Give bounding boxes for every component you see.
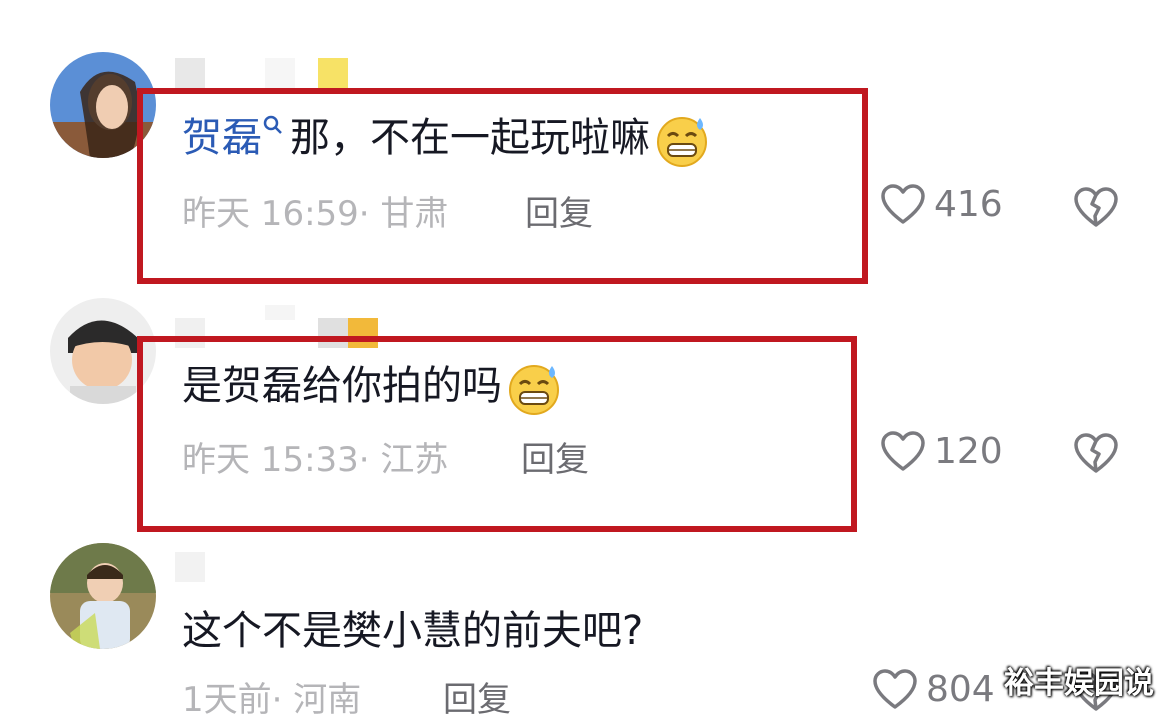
username-blur: [175, 552, 205, 582]
like-count: 804: [926, 668, 995, 710]
heart-icon: [881, 184, 925, 224]
highlight-box: [137, 88, 868, 284]
timestamp: 1天前: [182, 680, 272, 720]
comment-body: 这个不是樊小慧的前夫吧?: [182, 608, 644, 654]
heart-icon: [873, 669, 917, 709]
like-count: 120: [934, 430, 1003, 472]
child-outdoor-avatar-icon: [50, 543, 156, 649]
heart-icon: [881, 431, 925, 471]
like-button[interactable]: 120: [880, 430, 1003, 472]
watermark: 裕丰娱园说: [1004, 666, 1154, 701]
comment-text: 这个不是樊小慧的前夫吧?: [182, 606, 643, 656]
highlight-box: [137, 336, 857, 532]
badge-blur: [318, 58, 348, 88]
reply-button[interactable]: 回复: [443, 672, 511, 721]
avatar[interactable]: [50, 543, 156, 649]
comment-meta: 1天前· 河南: [182, 672, 361, 721]
like-count: 416: [934, 183, 1003, 225]
broken-heart-icon[interactable]: [1073, 432, 1119, 474]
like-button[interactable]: 804: [872, 668, 995, 710]
username-blur: [265, 58, 295, 88]
like-button[interactable]: 416: [880, 183, 1003, 225]
username-blur: [265, 305, 295, 320]
broken-heart-icon[interactable]: [1073, 186, 1119, 228]
location: · 河南: [271, 680, 362, 720]
username-blur: [175, 58, 205, 88]
